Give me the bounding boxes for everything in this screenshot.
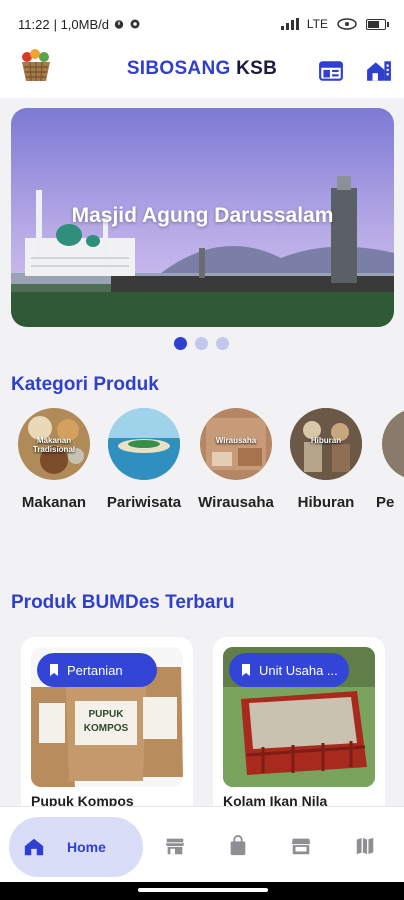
app-title-part1: SIBOSANG: [126, 58, 231, 79]
category-label: Wirausaha: [198, 494, 274, 511]
carousel-dot[interactable]: [174, 337, 187, 350]
category-image: Hiburan: [290, 408, 362, 480]
hotspot-icon: [337, 18, 357, 30]
produk-section-title: Produk BUMDes Terbaru: [11, 592, 235, 613]
dashboard-icon[interactable]: [318, 58, 344, 84]
product-card-kolam-ikan-nila[interactable]: Unit Usaha ... Kolam Ikan Nila: [213, 637, 385, 817]
category-image-caption: Hiburan: [310, 436, 342, 445]
shopping-bag-icon[interactable]: [227, 835, 249, 857]
nav-item-home[interactable]: Home: [9, 817, 143, 877]
carousel-indicator[interactable]: [174, 337, 229, 350]
nav-item-home-label: Home: [67, 839, 106, 855]
category-wirausaha[interactable]: Wirausaha Wirausaha: [186, 408, 286, 511]
chip-label: Unit Usaha ...: [259, 662, 338, 678]
store-icon[interactable]: [164, 835, 186, 857]
category-image-caption: Makanan Tradisional: [32, 436, 76, 454]
category-image: Wirausaha: [200, 408, 272, 480]
home-icon: [24, 838, 44, 856]
product-image-text: PUPUK: [88, 709, 124, 720]
app-title-part2: KSB: [236, 58, 278, 79]
product-category-chip: Pertanian: [37, 653, 157, 687]
category-label: Pariwisata: [106, 494, 182, 511]
category-label: Pe: [376, 494, 395, 511]
category-image: Makanan Tradisional: [18, 408, 90, 480]
alarm-icon: [114, 20, 124, 29]
category-label: Hiburan: [297, 494, 355, 511]
bookmark-icon: [50, 664, 58, 676]
category-image: [108, 408, 180, 480]
kategori-section-title: Kategori Produk: [11, 374, 159, 395]
category-image: [382, 408, 404, 480]
app-bar: SIBOSANG KSB: [0, 48, 404, 98]
bookmark-icon: [242, 664, 250, 676]
village-building-icon[interactable]: [366, 58, 392, 84]
category-partial[interactable]: Pe: [366, 408, 404, 511]
carousel-dot[interactable]: [195, 337, 208, 350]
product-card-pupuk-kompos[interactable]: PUPUK KOMPOS Pertanian Pupuk Kompos: [21, 637, 193, 817]
bottom-navigation: Home: [0, 806, 404, 883]
product-category-chip: Unit Usaha ...: [229, 653, 349, 687]
status-bar: 11:22 | 1,0MB/d LTE: [0, 0, 404, 48]
map-icon[interactable]: [354, 835, 376, 857]
settings-icon: [130, 19, 140, 29]
status-time: 11:22: [18, 16, 50, 32]
battery-icon: [366, 18, 389, 30]
storefront-icon[interactable]: [290, 835, 312, 857]
carousel-dot[interactable]: [216, 337, 229, 350]
network-type: LTE: [306, 17, 328, 31]
banner-carousel[interactable]: Masjid Agung Darussalam: [11, 108, 394, 327]
status-data-rate: | 1,0MB/d: [53, 16, 109, 32]
banner-caption: Masjid Agung Darussalam: [71, 204, 334, 227]
category-label: Makanan: [21, 494, 87, 511]
svg-text:KOMPOS: KOMPOS: [84, 723, 129, 734]
category-pariwisata[interactable]: Pariwisata: [94, 408, 194, 511]
chip-label: Pertanian: [67, 662, 123, 678]
signal-icon: [280, 18, 299, 30]
category-image-caption: Wirausaha: [215, 436, 257, 445]
category-makanan[interactable]: Makanan Tradisional Makanan: [4, 408, 104, 511]
gesture-bar: [0, 882, 404, 900]
category-hiburan[interactable]: Hiburan Hiburan: [276, 408, 376, 511]
